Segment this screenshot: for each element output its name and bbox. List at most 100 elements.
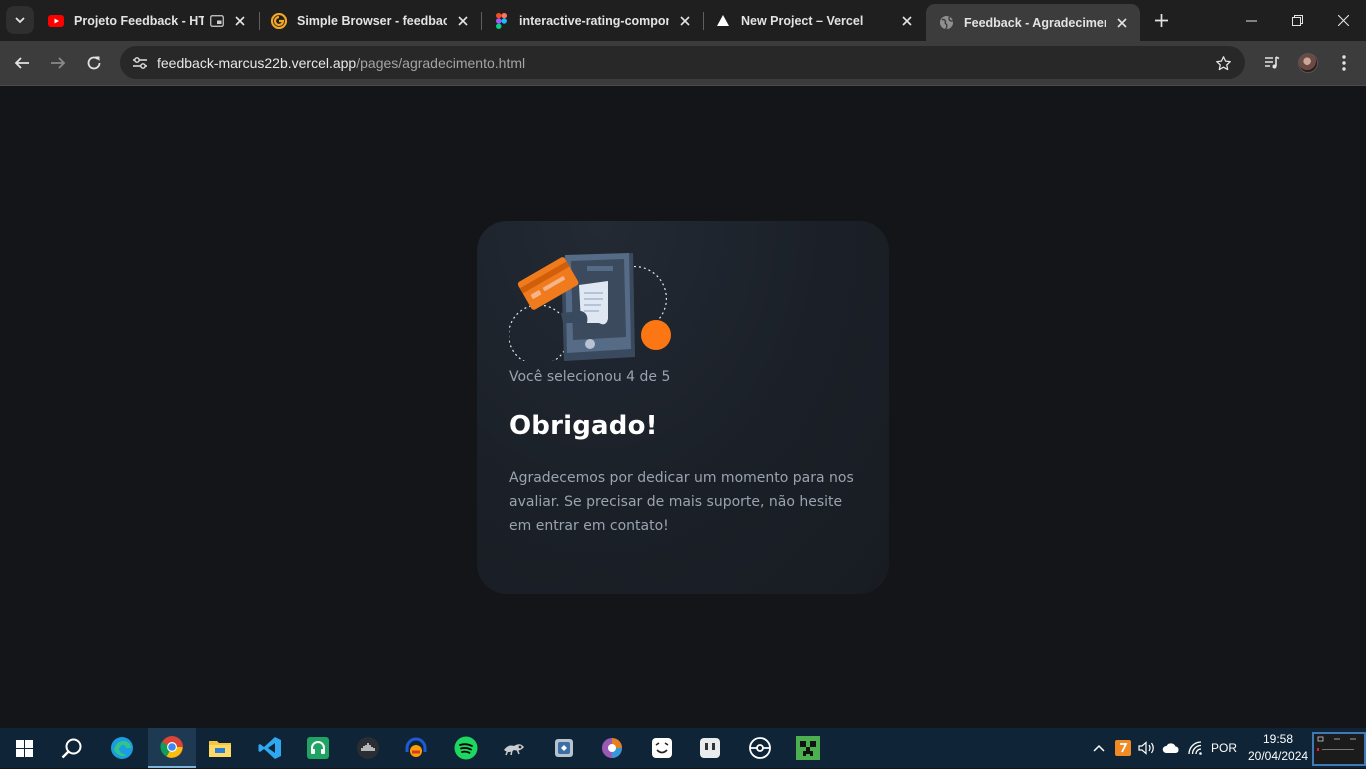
pokeball-icon bbox=[749, 737, 771, 759]
tab-strip: Projeto Feedback - HTML Simple Browser -… bbox=[0, 0, 1366, 41]
queue-music-icon bbox=[1265, 56, 1280, 69]
network-button[interactable] bbox=[1186, 728, 1206, 768]
restore-button[interactable] bbox=[1274, 0, 1320, 41]
taskbar-file-explorer[interactable] bbox=[196, 728, 244, 768]
tab-vercel[interactable]: New Project – Vercel bbox=[703, 4, 925, 37]
taskbar-headset-app[interactable] bbox=[294, 728, 342, 768]
taskbar-minecraft[interactable] bbox=[784, 728, 832, 768]
url-host: feedback-marcus22b.vercel.app bbox=[157, 54, 357, 71]
thank-you-title: Obrigado! bbox=[509, 411, 658, 441]
figma-icon bbox=[493, 12, 509, 29]
vscode-icon bbox=[258, 737, 281, 759]
thank-you-message: Agradecemos por dedicar um momento para … bbox=[509, 470, 854, 534]
close-window-button[interactable] bbox=[1320, 0, 1366, 41]
taskbar-audio-app[interactable] bbox=[392, 728, 440, 768]
arrow-left-icon bbox=[14, 57, 29, 69]
taskbar-vscode[interactable] bbox=[246, 728, 294, 768]
bookmark-button[interactable] bbox=[1213, 53, 1233, 73]
taskbar-chrome[interactable] bbox=[148, 728, 196, 768]
more-vertical-icon bbox=[1342, 55, 1346, 71]
tray-overflow-button[interactable] bbox=[1090, 728, 1108, 768]
windows-logo-icon bbox=[15, 739, 33, 757]
soundcloud-icon bbox=[357, 737, 379, 759]
taskbar-soundcloud[interactable] bbox=[344, 728, 392, 768]
creeper-icon bbox=[796, 736, 820, 760]
bot-icon bbox=[700, 738, 720, 758]
taskbar-spotify[interactable] bbox=[442, 728, 490, 768]
tray-app-icon[interactable] bbox=[1113, 728, 1133, 768]
headset-icon bbox=[307, 737, 329, 759]
clock[interactable]: 19:58 20/04/2024 bbox=[1248, 731, 1308, 765]
media-control-button[interactable] bbox=[1257, 48, 1287, 78]
new-tab-button[interactable] bbox=[1150, 8, 1172, 32]
page-viewport: Você selecionou 4 de 5 Obrigado! Agradec… bbox=[0, 87, 1366, 728]
windows-taskbar: POR 19:58 20/04/2024 bbox=[0, 728, 1366, 768]
spotify-icon bbox=[454, 736, 478, 760]
profile-button[interactable] bbox=[1293, 48, 1323, 78]
url-path: /pages/agradecimento.html bbox=[356, 54, 526, 71]
window-preview-icon bbox=[1317, 736, 1356, 751]
vercel-icon bbox=[715, 13, 731, 29]
taskbar-app-store[interactable] bbox=[540, 728, 588, 768]
chevron-down-icon bbox=[15, 17, 25, 24]
url-text: feedback-marcus22b.vercel.app/pages/agra… bbox=[157, 55, 525, 71]
taskbar-paint-app[interactable] bbox=[588, 728, 636, 768]
avatar bbox=[1298, 53, 1318, 73]
browser-menu-button[interactable] bbox=[1329, 48, 1359, 78]
taskbar-kaomoji-app[interactable] bbox=[638, 728, 686, 768]
close-icon bbox=[1337, 15, 1349, 26]
show-desktop-preview[interactable] bbox=[1312, 732, 1366, 766]
taskbar-bot-app[interactable] bbox=[686, 728, 734, 768]
taskbar-pokeball-app[interactable] bbox=[736, 728, 784, 768]
close-tab-icon[interactable] bbox=[899, 13, 915, 29]
selected-rating-text: Você selecionou 4 de 5 bbox=[509, 369, 671, 385]
restore-icon bbox=[1291, 15, 1303, 26]
forward-button[interactable] bbox=[43, 48, 73, 78]
minimize-button[interactable] bbox=[1228, 0, 1274, 41]
lizard-icon bbox=[504, 744, 524, 756]
cloud-icon bbox=[1162, 743, 1179, 753]
tab-title: interactive-rating-component bbox=[519, 13, 669, 28]
speaker-icon bbox=[1137, 741, 1154, 755]
close-tab-icon[interactable] bbox=[677, 13, 693, 29]
tab-simple-browser[interactable]: Simple Browser - feedback bbox=[259, 4, 481, 37]
close-tab-icon[interactable] bbox=[1114, 15, 1130, 31]
address-bar[interactable]: feedback-marcus22b.vercel.app/pages/agra… bbox=[120, 46, 1245, 79]
browser-toolbar: feedback-marcus22b.vercel.app/pages/agra… bbox=[0, 41, 1366, 86]
folder-icon bbox=[209, 741, 231, 757]
app-store-icon bbox=[555, 739, 573, 757]
youtube-icon bbox=[48, 13, 64, 29]
taskbar-search-button[interactable] bbox=[48, 728, 96, 768]
start-button[interactable] bbox=[0, 728, 48, 768]
reload-button[interactable] bbox=[79, 48, 109, 78]
site-info-button[interactable] bbox=[124, 46, 156, 79]
taskbar-edge[interactable] bbox=[98, 728, 146, 768]
picture-in-picture-icon bbox=[210, 14, 224, 27]
search-icon bbox=[61, 738, 82, 759]
smiley-icon bbox=[652, 738, 672, 758]
orange-app-icon bbox=[1115, 740, 1131, 756]
headphones-icon bbox=[405, 737, 427, 757]
volume-button[interactable] bbox=[1136, 728, 1156, 768]
minimize-icon bbox=[1245, 20, 1257, 21]
onedrive-button[interactable] bbox=[1160, 728, 1182, 768]
language-indicator[interactable]: POR bbox=[1207, 728, 1241, 768]
taskbar-gecko-app[interactable] bbox=[490, 728, 538, 768]
tab-figma[interactable]: interactive-rating-component bbox=[481, 4, 703, 37]
back-button[interactable] bbox=[7, 48, 37, 78]
close-tab-icon[interactable] bbox=[455, 13, 471, 29]
tab-feedback-agradecimento[interactable]: Feedback - Agradecimento bbox=[926, 4, 1140, 41]
vscode-simple-browser-icon bbox=[271, 12, 287, 29]
tab-youtube[interactable]: Projeto Feedback - HTML bbox=[36, 4, 258, 37]
tune-icon bbox=[133, 56, 147, 69]
thank-you-card: Você selecionou 4 de 5 Obrigado! Agradec… bbox=[477, 221, 889, 594]
reload-icon bbox=[87, 56, 101, 70]
star-icon bbox=[1215, 55, 1231, 70]
close-tab-icon[interactable] bbox=[232, 13, 248, 29]
payment-phone-illustration bbox=[509, 253, 671, 361]
chevron-up-icon bbox=[1093, 744, 1105, 752]
globe-icon bbox=[938, 15, 954, 31]
plus-icon bbox=[1154, 13, 1168, 27]
tab-search-button[interactable] bbox=[6, 6, 34, 34]
arrow-right-icon bbox=[51, 57, 66, 69]
